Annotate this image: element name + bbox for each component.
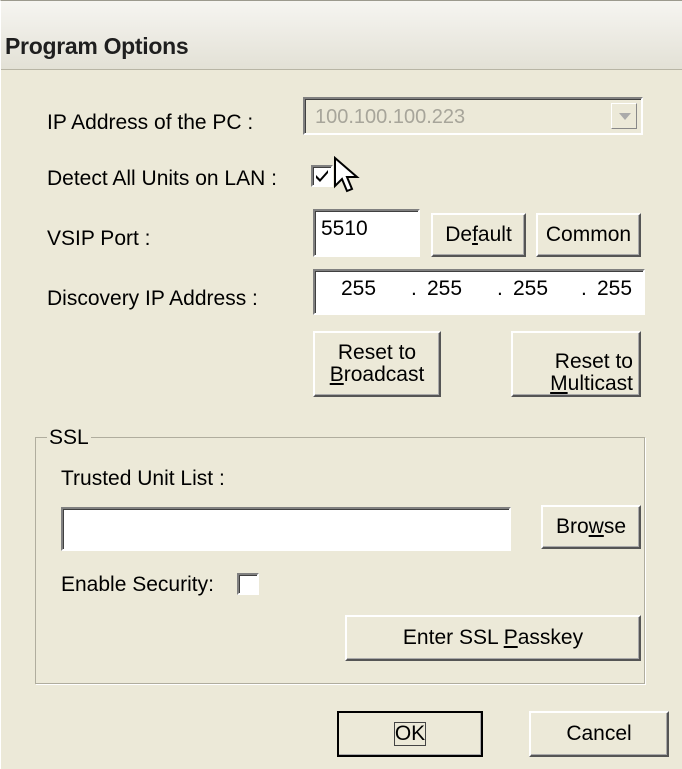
ip-dot: . <box>411 277 417 300</box>
ip-address-label: IP Address of the PC : <box>47 111 254 134</box>
mouse-cursor-icon <box>334 156 360 193</box>
title-bar: Program Options <box>1 1 682 70</box>
ip-octet-3: 255 <box>513 277 549 300</box>
vsip-port-value: 5510 <box>321 217 368 240</box>
detect-all-units-checkbox[interactable] <box>311 165 333 187</box>
ip-octet-4: 255 <box>597 277 633 300</box>
ip-octet-2: 255 <box>427 277 463 300</box>
cancel-button[interactable]: Cancel <box>529 711 669 757</box>
reset-to-broadcast-button[interactable]: Reset to Broadcast <box>313 331 441 397</box>
default-button[interactable]: De f ault <box>431 213 526 257</box>
trusted-unit-list-label: Trusted Unit List : <box>61 467 225 490</box>
ip-address-combobox[interactable]: 100.100.100.223 <box>303 97 643 135</box>
chevron-down-icon[interactable] <box>611 103 637 129</box>
ok-button[interactable]: OK <box>337 711 483 757</box>
vsip-port-label: VSIP Port : <box>47 227 151 250</box>
trusted-unit-list-input[interactable] <box>61 507 511 551</box>
ip-octet-1: 255 <box>341 277 377 300</box>
ip-dot: . <box>497 277 503 300</box>
program-options-dialog: Program Options IP Address of the PC : 1… <box>0 0 682 769</box>
common-button[interactable]: Common <box>536 213 641 257</box>
enable-security-label: Enable Security: <box>61 573 214 596</box>
vsip-port-input[interactable]: 5510 <box>313 209 420 257</box>
ssl-group-label: SSL <box>47 426 91 450</box>
discovery-ip-label: Discovery IP Address : <box>47 287 258 310</box>
checkmark-icon <box>316 170 328 182</box>
enter-ssl-passkey-button[interactable]: Enter SSL Passkey <box>345 615 641 661</box>
ip-dot: . <box>581 277 587 300</box>
enable-security-checkbox[interactable] <box>237 573 259 595</box>
detect-all-units-label: Detect All Units on LAN : <box>47 167 277 190</box>
dialog-title: Program Options <box>5 33 189 59</box>
reset-to-multicast-button[interactable]: Reset to Multicast <box>511 331 641 397</box>
browse-button[interactable]: Bro w se <box>541 505 641 549</box>
ip-address-value: 100.100.100.223 <box>315 106 466 128</box>
discovery-ip-input[interactable]: 255 . 255 . 255 . 255 <box>313 269 645 315</box>
